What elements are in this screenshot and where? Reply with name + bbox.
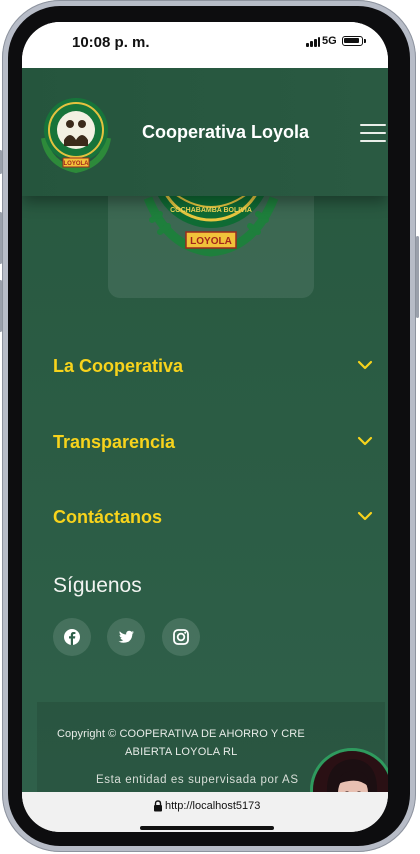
section-la-cooperativa[interactable]: La Cooperativa [53, 352, 373, 382]
copyright-line-2: ABIERTA LOYOLA RL [125, 746, 238, 758]
phone-screen: 10:08 p. m. 5G COCHABAMBA BOLIVIA LOYOLA [22, 22, 388, 832]
chevron-down-icon[interactable] [357, 360, 373, 370]
section-title: La Cooperativa [53, 356, 184, 376]
top-navbar: LOYOLA Cooperativa Loyola [22, 68, 388, 196]
browser-url-bar[interactable]: http://localhost5173 [22, 792, 388, 832]
instagram-icon [173, 629, 189, 645]
brand-name[interactable]: Cooperativa Loyola [142, 122, 309, 143]
section-transparencia[interactable]: Transparencia [53, 428, 373, 458]
section-title: Contáctanos [53, 507, 163, 527]
section-contactanos[interactable]: Contáctanos [53, 503, 373, 533]
lock-icon [154, 800, 162, 812]
chevron-down-icon[interactable] [357, 436, 373, 446]
cooperative-logo[interactable]: LOYOLA [36, 94, 116, 174]
logo-city-text: COCHABAMBA BOLIVIA [170, 207, 252, 214]
home-indicator[interactable] [140, 826, 274, 830]
facebook-icon [64, 629, 80, 645]
url-text[interactable]: http://localhost5173 [165, 800, 260, 812]
chevron-down-icon[interactable] [357, 511, 373, 521]
nav-logo-name: LOYOLA [64, 161, 90, 167]
status-bar: 10:08 p. m. 5G [22, 22, 388, 68]
twitter-button[interactable] [107, 618, 145, 656]
status-time: 10:08 p. m. [72, 34, 150, 51]
follow-title: Síguenos [53, 574, 142, 597]
app-content: COCHABAMBA BOLIVIA LOYOLA LOYOLA Coopera… [22, 68, 388, 792]
copyright-line-1: Copyright © COOPERATIVA DE AHORRO Y CRE [57, 728, 305, 740]
section-title: Transparencia [53, 432, 176, 452]
twitter-icon [118, 630, 134, 643]
phone-power-button [416, 236, 419, 318]
instagram-button[interactable] [162, 618, 200, 656]
facebook-button[interactable] [53, 618, 91, 656]
signal-icon [306, 37, 320, 47]
phone-volume-up [0, 212, 2, 264]
logo-name-text: LOYOLA [190, 236, 232, 247]
hamburger-icon[interactable] [360, 124, 386, 144]
network-label: 5G [322, 35, 337, 47]
supervision-text: Esta entidad es supervisada por AS [96, 774, 299, 786]
phone-volume-down [0, 280, 2, 332]
phone-silent-switch [0, 150, 2, 174]
battery-icon [342, 36, 366, 46]
assistant-avatar [313, 751, 388, 792]
